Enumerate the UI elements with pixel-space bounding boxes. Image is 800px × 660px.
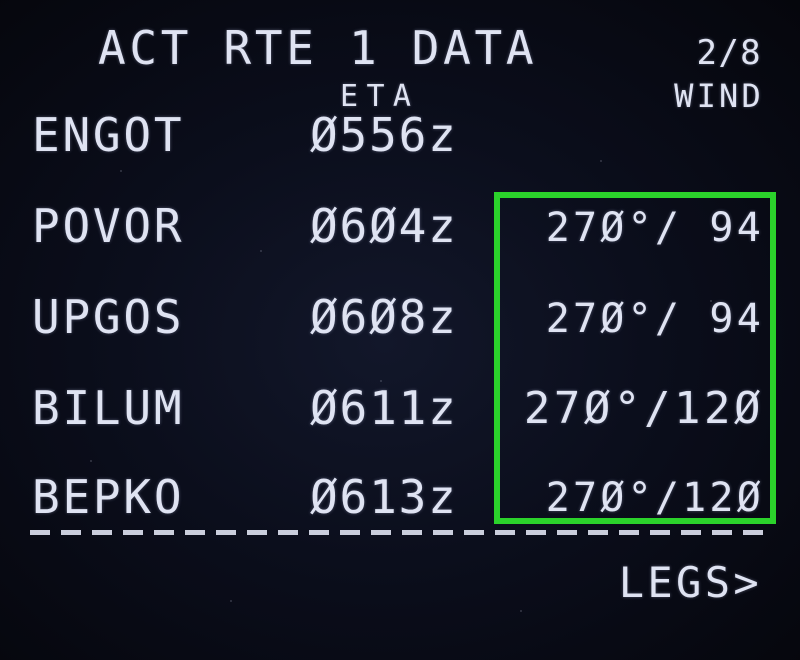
legs-prompt[interactable]: LEGS> bbox=[619, 562, 762, 604]
wind-highlight-box bbox=[494, 192, 776, 524]
eta-povor: Ø6Ø4z bbox=[310, 199, 458, 253]
page-indicator: 2/8 bbox=[696, 33, 762, 73]
page-title: ACT RTE 1 DATA bbox=[98, 21, 538, 75]
eta-upgos: Ø6Ø8z bbox=[310, 290, 458, 344]
separator-dashed-line bbox=[30, 530, 770, 535]
waypoint-bepko[interactable]: BEPKO bbox=[32, 474, 184, 520]
eta-bepko: Ø613z bbox=[310, 470, 458, 524]
waypoint-engot[interactable]: ENGOT bbox=[32, 112, 184, 158]
eta-engot: Ø556z bbox=[310, 108, 458, 162]
waypoint-bilum[interactable]: BILUM bbox=[32, 385, 184, 431]
fmc-display: ACT RTE 1 DATA 2/8 ETA WIND ENGOT Ø556z … bbox=[0, 0, 800, 660]
waypoint-upgos[interactable]: UPGOS bbox=[32, 294, 184, 340]
wind-column-header: WIND bbox=[674, 77, 764, 115]
waypoint-povor[interactable]: POVOR bbox=[32, 203, 184, 249]
eta-bilum: Ø611z bbox=[310, 381, 458, 435]
